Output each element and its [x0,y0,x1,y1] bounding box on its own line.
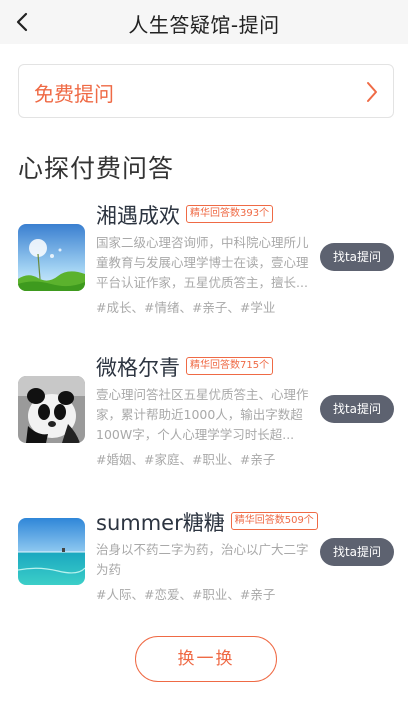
answerer-name-row: 微格尔青 精华回答数715个 [96,352,274,382]
answerer-name-row: 湘遇成欢 精华回答数393个 [96,200,274,230]
answerer-name[interactable]: 湘遇成欢 [96,204,180,228]
sea-photo [18,518,85,585]
nav-bar: 人生答疑馆-提问 [0,0,408,44]
answerer-description: 治身以不药二字为药，治心以广大二字为药 [96,542,309,577]
answer-count-badge: 精华回答数715个 [186,357,274,375]
answerer-description: 壹心理问答社区五星优质答主、心理作家，累计帮助近1000人，输出字数超100W字… [96,387,309,442]
answerer-name[interactable]: 微格尔青 [96,356,180,380]
refresh-button[interactable]: 换一换 [135,636,277,682]
avatar[interactable] [18,518,85,585]
avatar[interactable] [18,376,85,443]
dandelion-photo [18,224,85,291]
answerer-name[interactable]: summer糖糖 [96,511,225,535]
answerer-card: 湘遇成欢 精华回答数393个 国家二级心理咨询师，中科院心理所儿童教育与发展心理学… [0,195,408,325]
free-question-label: 免费提问 [34,82,114,106]
free-question-card[interactable]: 免费提问 [18,64,394,118]
section-title: 心探付费问答 [18,154,175,183]
answerer-tags: #成长、#情绪、#亲子、#学业 [96,300,276,315]
panda-photo [18,376,85,443]
ask-ta-button[interactable]: 找ta提问 [320,538,394,566]
page-title: 人生答疑馆-提问 [128,13,280,37]
answer-count-badge: 精华回答数393个 [186,205,274,223]
ask-ta-button[interactable]: 找ta提问 [320,243,394,271]
answerer-description: 国家二级心理咨询师，中科院心理所儿童教育与发展心理学博士在读，壹心理平台认证作家… [96,235,309,290]
avatar[interactable] [18,224,85,291]
ask-ta-button[interactable]: 找ta提问 [320,395,394,423]
answerer-tags: #人际、#恋爱、#职业、#亲子 [96,587,276,602]
answer-count-badge: 精华回答数509个 [230,512,318,530]
chevron-right-icon [367,82,377,102]
answerer-card: 微格尔青 精华回答数715个 壹心理问答社区五星优质答主、心理作家，累计帮助近10… [0,347,408,477]
answerer-card: summer糖糖 精华回答数509个 治身以不药二字为药，治心以广大二字为药 #人… [0,497,408,627]
answerer-tags: #婚姻、#家庭、#职业、#亲子 [96,452,276,467]
answerer-name-row: summer糖糖 精华回答数509个 [96,507,318,537]
